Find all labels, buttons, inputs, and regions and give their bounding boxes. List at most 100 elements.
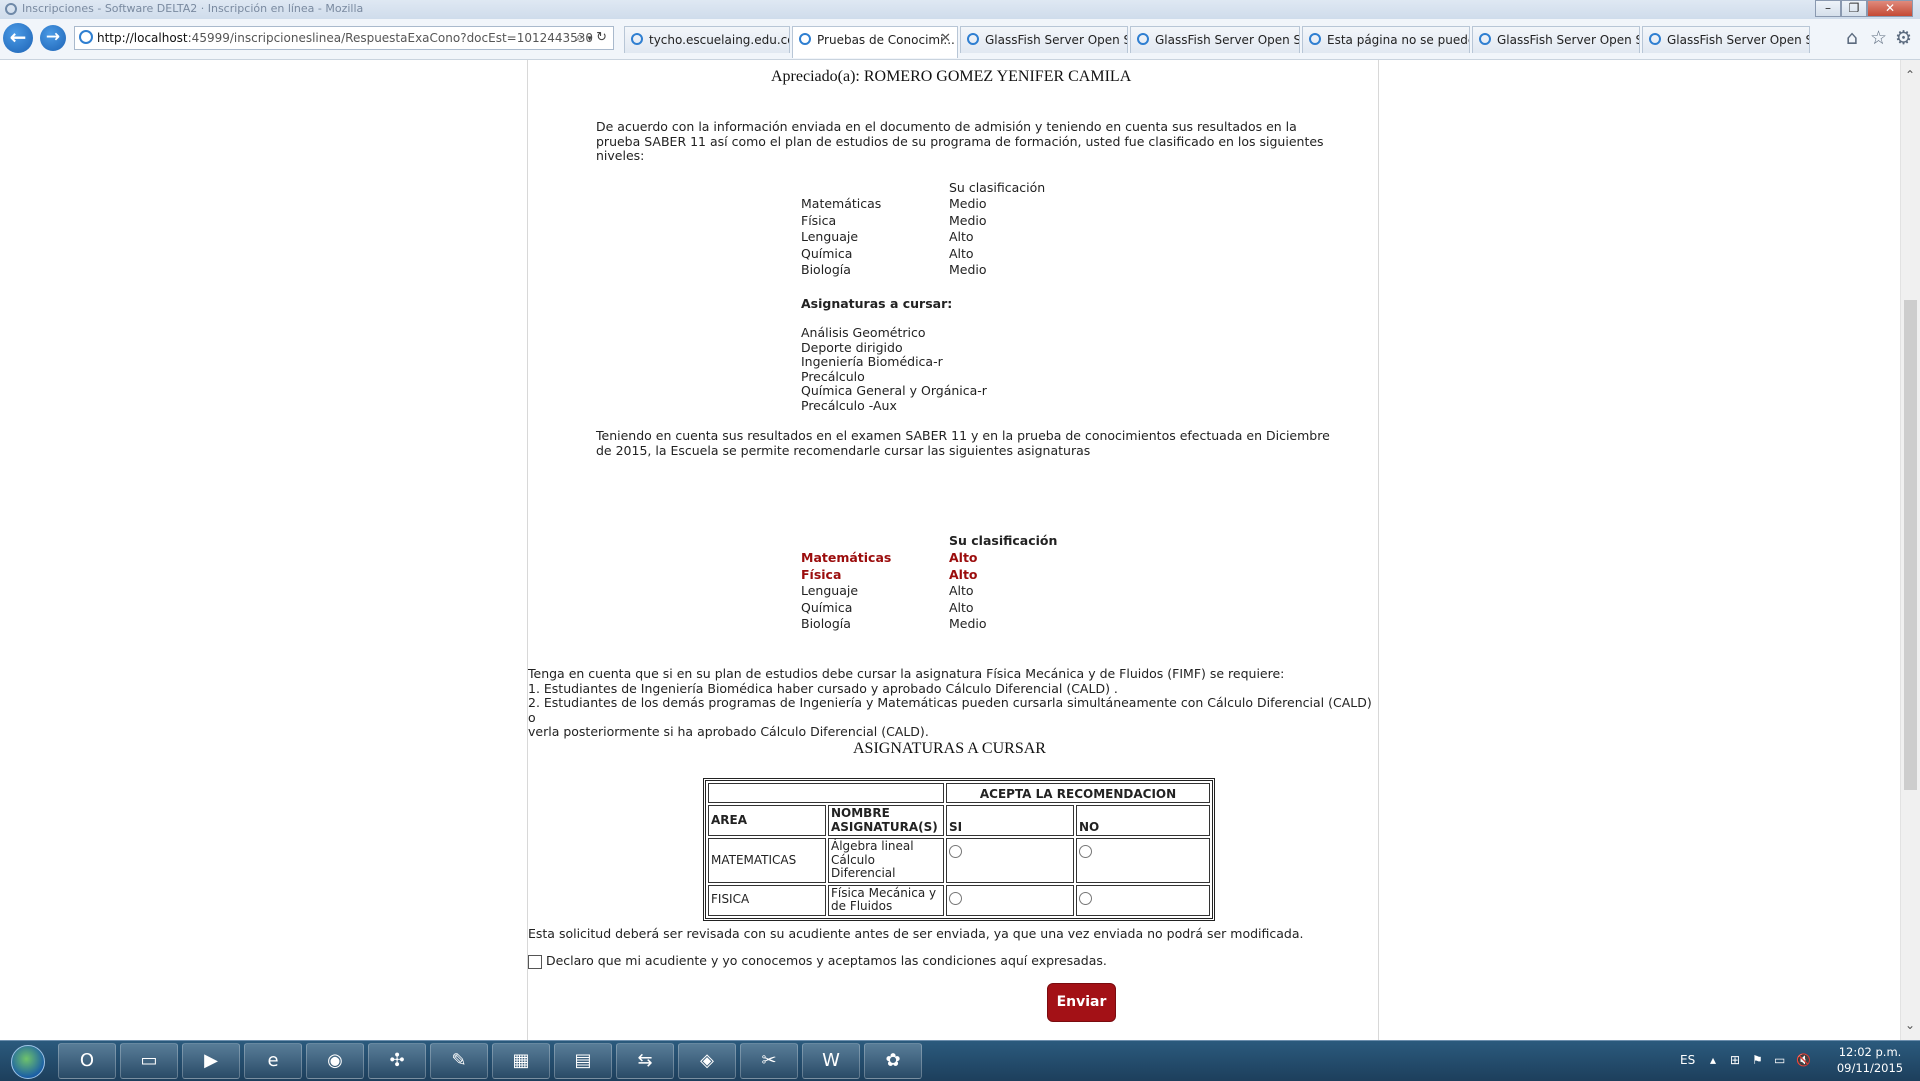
system-clock[interactable]: 12:02 p.m. 09/11/2015 [1825, 1044, 1915, 1076]
outlook-icon[interactable]: O [58, 1043, 116, 1079]
settings-gear-icon[interactable]: ⚙ [1895, 27, 1912, 49]
level-value: Alto [949, 245, 974, 261]
table-row: FISICA Física Mecánica y de Fluidos [708, 884, 1210, 916]
intro-line: niveles: [596, 148, 645, 163]
note-line: 1. Estudiantes de Ingeniería Biomédica h… [528, 680, 1118, 696]
tab-favicon-icon [1137, 33, 1149, 45]
clock-date: 09/11/2015 [1836, 1061, 1904, 1075]
courses-title: Asignaturas a cursar: [801, 296, 953, 311]
volume-muted-icon[interactable]: 🔇 [1796, 1053, 1811, 1067]
subject-label: Lenguaje [801, 583, 859, 598]
chrome-icon[interactable]: ◉ [306, 1043, 364, 1079]
subject-label: Biología [801, 262, 851, 277]
intro-paragraph: De acuerdo con la información enviada en… [596, 119, 1324, 164]
send-button[interactable]: Enviar [1047, 983, 1116, 1022]
address-bar[interactable]: http://localhost:45999/inscripcionesline… [74, 26, 614, 50]
row-subjects: Física Mecánica y de Fluidos [828, 884, 944, 916]
remote-viewer-icon[interactable]: ⇆ [616, 1043, 674, 1079]
folder-icon[interactable]: ▭ [120, 1043, 178, 1079]
scroll-thumb[interactable] [1904, 300, 1917, 790]
tab-label: Pruebas de Conocimi... [817, 33, 955, 47]
accept-si-radio[interactable] [949, 891, 962, 905]
browser-tab[interactable]: GlassFish Server Open So... [960, 26, 1128, 53]
row-area: MATEMATICAS [708, 838, 826, 883]
pen-app-icon[interactable]: ✎ [430, 1043, 488, 1079]
intro-line: prueba SABER 11 así como el plan de estu… [596, 133, 1324, 149]
close-window-button[interactable]: ✕ [1867, 0, 1913, 17]
show-hidden-icons-icon[interactable]: ▴ [1710, 1053, 1716, 1067]
subject-label: Química [801, 599, 853, 615]
network-icon[interactable]: ▭ [1774, 1053, 1785, 1067]
internet-explorer-icon[interactable]: e [244, 1043, 302, 1079]
tab-label: tycho.escuelaing.edu.co [649, 33, 790, 47]
level-value: Alto [949, 229, 974, 244]
browser-tab[interactable]: tycho.escuelaing.edu.co [624, 26, 790, 53]
refresh-icon[interactable]: ↻ [596, 30, 607, 45]
greeting: Apreciado(a): ROMERO GOMEZ YENIFER CAMIL… [771, 68, 1132, 85]
search-icon[interactable]: ⌕ [576, 30, 583, 45]
row-area: FISICA [708, 884, 826, 916]
browser-tab[interactable]: Esta página no se puede ... [1302, 26, 1470, 53]
language-indicator[interactable]: ES [1680, 1053, 1695, 1067]
accept-no-radio[interactable] [1079, 891, 1092, 905]
subject-label: Física [801, 212, 837, 228]
tab-label: GlassFish Server Open So... [985, 33, 1127, 47]
col-no-header: NO [1076, 805, 1210, 836]
scroll-down-arrow-icon[interactable]: ⌄ [1905, 1018, 1915, 1032]
home-icon[interactable]: ⌂ [1846, 27, 1858, 49]
level-value: Alto [949, 550, 978, 565]
address-url[interactable]: http://localhost:45999/inscripcionesline… [97, 31, 593, 45]
row-subjects: Álgebra lineal Cálculo Diferencial [828, 838, 944, 883]
declare-checkbox[interactable] [528, 954, 542, 969]
declare-label: Declaro que mi acudiente y yo conocemos … [545, 953, 1107, 968]
word-icon[interactable]: W [802, 1043, 860, 1079]
paint-icon[interactable]: ✿ [864, 1043, 922, 1079]
maximize-button[interactable]: ❐ [1841, 0, 1867, 17]
browser-tab[interactable]: GlassFish Server Open So... [1472, 26, 1640, 53]
windows-flag-icon[interactable]: ⊞ [1730, 1053, 1740, 1067]
prerequisite-note: Tenga en cuenta que si en su plan de est… [528, 666, 1378, 740]
start-button[interactable] [4, 1042, 50, 1080]
virtualbox-icon[interactable]: ◈ [678, 1043, 736, 1079]
forward-button[interactable]: → [40, 25, 66, 51]
browser-tab[interactable]: GlassFish Server Open So... [1642, 26, 1810, 53]
notes-icon[interactable]: ▤ [554, 1043, 612, 1079]
back-button[interactable]: ← [3, 23, 33, 53]
browser-toolbar: ← → http://localhost:45999/inscripciones… [0, 19, 1920, 60]
subject-label: Física [801, 566, 842, 582]
vertical-scrollbar[interactable]: ⌃ ⌄ [1900, 60, 1920, 1040]
intro-line: De acuerdo con la información enviada en… [596, 119, 1297, 134]
declare-row: Declaro que mi acudiente y yo conocemos … [528, 953, 1107, 969]
minimize-button[interactable]: – [1815, 0, 1841, 17]
network-tool-icon[interactable]: ✣ [368, 1043, 426, 1079]
course-item: Ingeniería Biomédica-r [801, 354, 943, 370]
browser-tab[interactable]: GlassFish Server Open So... [1130, 26, 1300, 53]
col-area-header: AREA [708, 805, 826, 836]
warning-text: Esta solicitud deberá ser revisada con s… [528, 926, 1304, 941]
tab-label: GlassFish Server Open So... [1497, 33, 1639, 47]
media-player-icon[interactable]: ▶ [182, 1043, 240, 1079]
subject-name: Álgebra lineal [831, 839, 914, 853]
subject-name: Física Mecánica y [831, 885, 937, 900]
tab-favicon-icon [1649, 33, 1661, 45]
close-tab-icon[interactable]: ✕ [940, 31, 951, 46]
ie-page-icon [79, 30, 93, 44]
tools-icon[interactable]: ✂ [740, 1043, 798, 1079]
recommend-line: Teniendo en cuenta sus resultados en el … [596, 428, 1330, 443]
level-value: Medio [949, 262, 987, 277]
subject-name: de Fluidos [831, 899, 893, 913]
course-item: Análisis Geométrico [801, 325, 926, 340]
accept-si-radio[interactable] [949, 845, 962, 858]
browser-tab[interactable]: Pruebas de Conocimi... ✕ [792, 26, 958, 58]
action-center-flag-icon[interactable]: ⚑ [1752, 1053, 1763, 1067]
recommend-line: de 2015, la Escuela se permite recomenda… [596, 442, 1091, 458]
dropdown-icon[interactable]: ▾ [587, 34, 592, 44]
note-line: Tenga en cuenta que si en su plan de est… [528, 666, 1285, 681]
favorites-star-icon[interactable]: ☆ [1870, 27, 1887, 49]
col-name-line: NOMBRE [831, 806, 890, 820]
level-value: Alto [949, 599, 974, 615]
calculator-icon[interactable]: ▦ [492, 1043, 550, 1079]
accept-no-radio[interactable] [1079, 845, 1092, 858]
page-content: Apreciado(a): ROMERO GOMEZ YENIFER CAMIL… [527, 60, 1379, 1040]
scroll-up-arrow-icon[interactable]: ⌃ [1905, 68, 1915, 82]
